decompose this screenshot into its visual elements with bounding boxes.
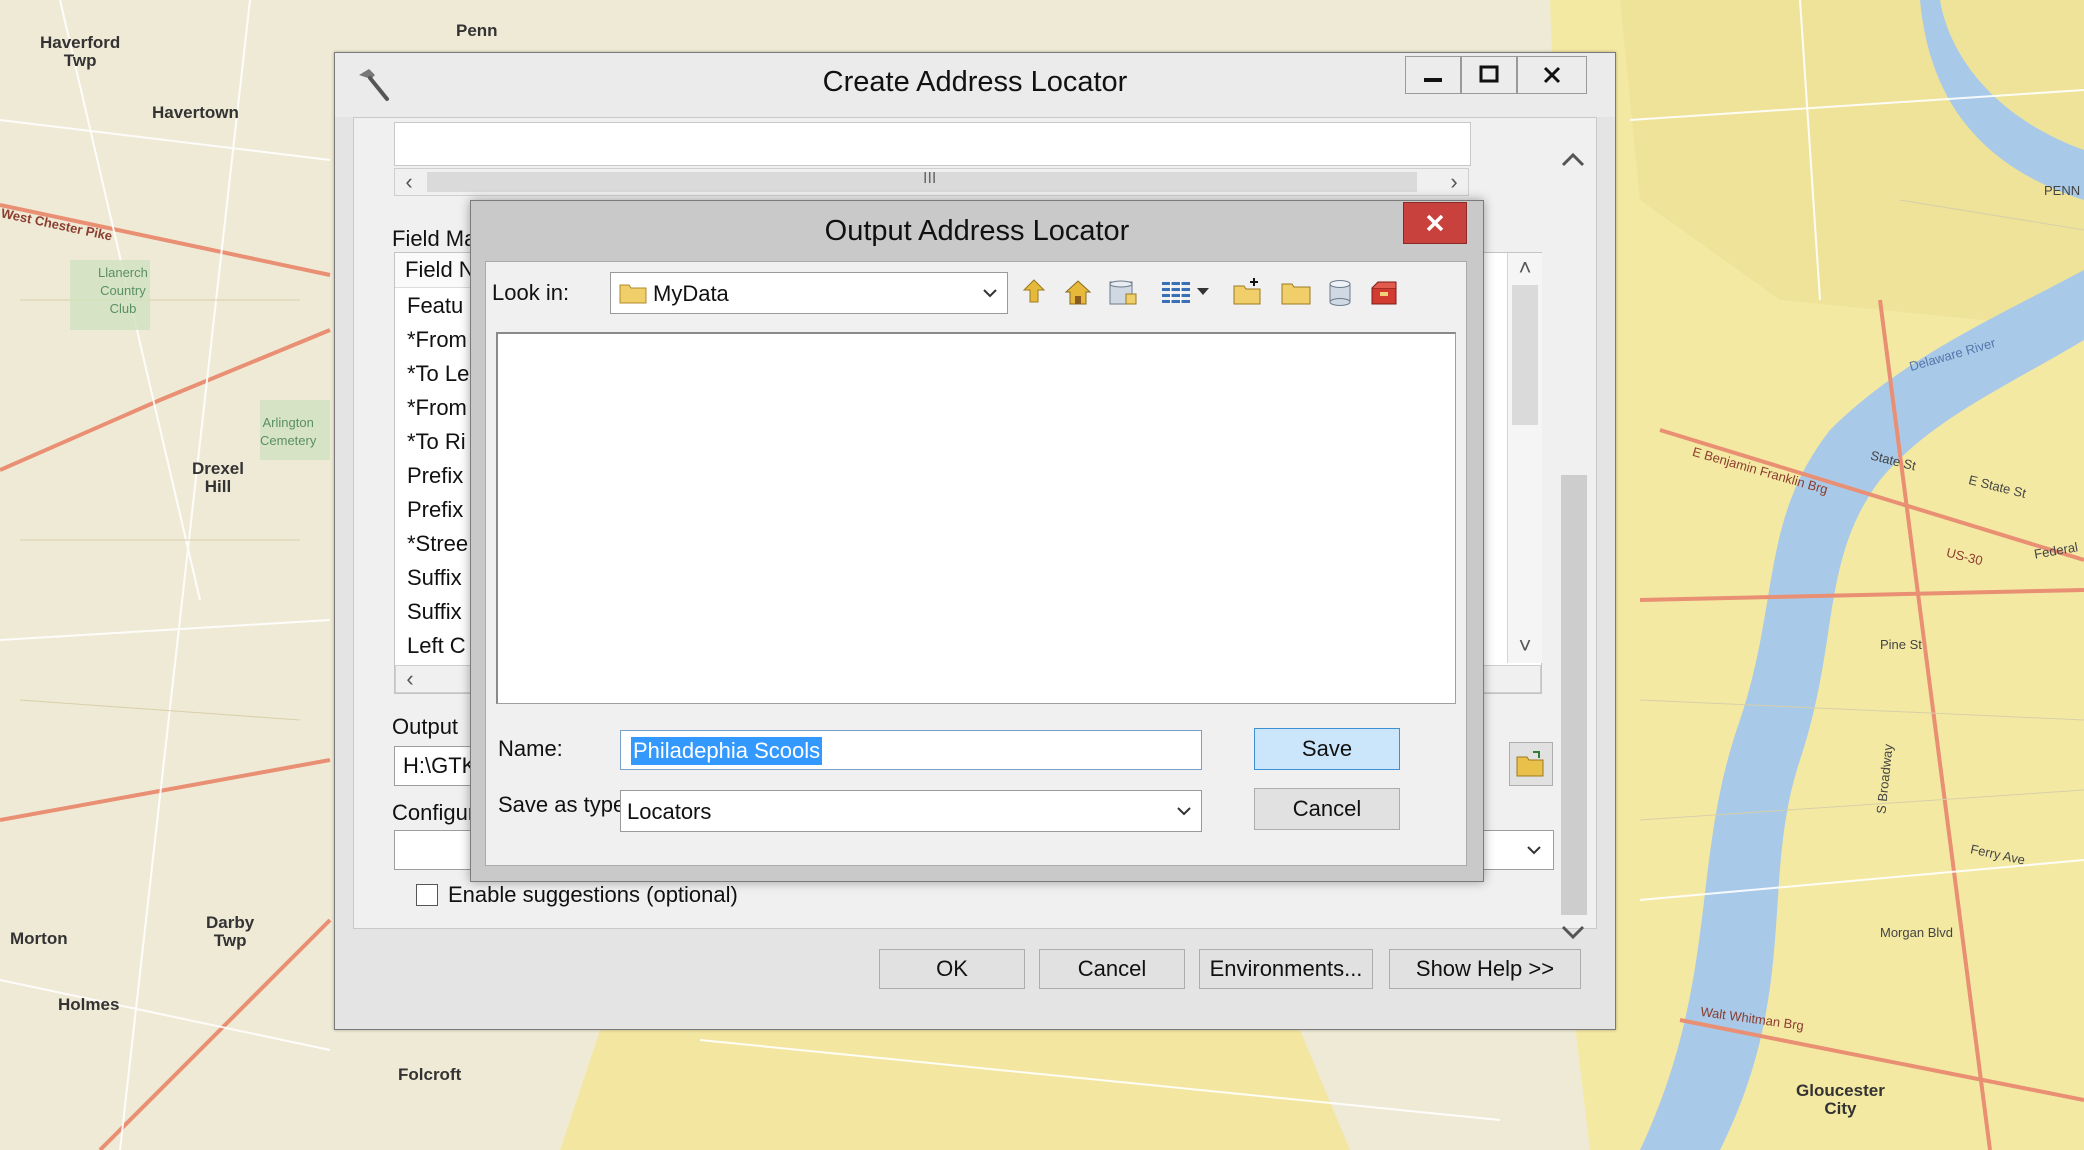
scroll-up-icon[interactable]: ˄ [1511, 255, 1539, 281]
scroll-down-icon[interactable]: ˅ [1511, 633, 1539, 659]
field-header-label: Field N [405, 257, 475, 282]
ok-button[interactable]: OK [879, 949, 1025, 989]
name-input[interactable]: Philadephia Scools [620, 730, 1202, 770]
scroll-down-icon[interactable] [1559, 921, 1587, 943]
map-label-havertown: Havertown [152, 103, 239, 122]
toolbox-icon[interactable] [1368, 276, 1400, 308]
new-folder-icon[interactable] [1232, 276, 1264, 308]
folder-icon [619, 284, 647, 304]
map-label-penn: Penn [456, 21, 498, 40]
save-dialog-close-button[interactable] [1403, 202, 1467, 244]
close-button[interactable] [1517, 56, 1587, 94]
scroll-thumb[interactable] [1512, 285, 1538, 425]
name-input-selected-text: Philadephia Scools [631, 737, 823, 765]
scroll-left-icon[interactable]: ‹ [395, 169, 423, 195]
show-help-button[interactable]: Show Help >> [1389, 949, 1581, 989]
field-row[interactable]: Prefix [407, 497, 463, 523]
scroll-right-icon[interactable]: › [1440, 169, 1468, 195]
field-row[interactable]: Suffix [407, 599, 462, 625]
map-label-drexel-hill: Drexel Hill [192, 459, 244, 496]
minimize-button[interactable] [1405, 56, 1461, 94]
field-row[interactable]: *From [407, 327, 467, 353]
name-label: Name: [498, 736, 563, 761]
save-as-type-label: Save as type: [498, 792, 632, 817]
field-row[interactable]: *From [407, 395, 467, 421]
field-list-vertical-scrollbar[interactable]: ˄ ˅ [1507, 253, 1542, 663]
map-label-haverford: Haverford Twp [40, 33, 121, 70]
main-title-bar[interactable]: Create Address Locator [335, 53, 1615, 117]
field-row[interactable]: Suffix [407, 565, 462, 591]
database-icon[interactable] [1324, 276, 1356, 308]
save-button[interactable]: Save [1254, 728, 1400, 770]
look-in-combo[interactable]: MyData [610, 272, 1008, 314]
main-vertical-scrollbar[interactable] [1557, 135, 1587, 945]
field-row[interactable]: Left C [407, 633, 466, 659]
connect-folder-icon[interactable] [1106, 276, 1138, 308]
upper-table [394, 122, 1471, 166]
save-as-type-value: Locators [627, 799, 712, 824]
scroll-grip-icon: III [923, 170, 937, 187]
map-label-morton: Morton [10, 929, 68, 948]
file-browser-area[interactable] [496, 332, 1456, 704]
save-dialog-title: Output Address Locator [824, 215, 1130, 247]
map-label-pine-st: Pine St [1880, 637, 1922, 652]
open-folder-icon [1516, 751, 1544, 777]
map-label-arlington: Arlington Cemetery [260, 415, 317, 448]
folder-icon[interactable] [1280, 276, 1312, 308]
map-label-folcroft: Folcroft [398, 1065, 462, 1084]
map-label-penn-east: PENN [2044, 183, 2081, 198]
close-icon [1543, 66, 1561, 84]
field-row[interactable]: Featu [407, 293, 463, 319]
scroll-thumb[interactable] [1561, 475, 1587, 915]
environments-button[interactable]: Environments... [1199, 949, 1373, 989]
chevron-down-icon [1177, 807, 1191, 816]
view-dropdown-icon[interactable] [1196, 286, 1210, 298]
save-dialog-cancel-button[interactable]: Cancel [1254, 788, 1400, 830]
cancel-button[interactable]: Cancel [1039, 949, 1185, 989]
up-one-level-icon[interactable] [1018, 276, 1050, 308]
output-address-locator-dialog: Output Address Locator Look in: MyData N… [470, 200, 1484, 882]
field-map-label: Field Ma [392, 226, 477, 251]
field-row[interactable]: *To Le [407, 361, 469, 387]
browse-output-button[interactable] [1509, 742, 1553, 786]
maximize-button[interactable] [1461, 56, 1517, 94]
enable-suggestions-checkbox[interactable] [416, 884, 438, 906]
map-label-llanerch: Llanerch Country Club [98, 265, 148, 316]
chevron-down-icon [1527, 846, 1541, 855]
minimize-icon [1424, 78, 1442, 82]
map-label-darby-twp: Darby Twp [206, 913, 255, 950]
save-as-type-combo[interactable]: Locators [620, 790, 1202, 832]
map-label-holmes: Holmes [58, 995, 120, 1014]
chevron-down-icon [983, 289, 997, 298]
enable-suggestions-label: Enable suggestions (optional) [448, 882, 738, 907]
maximize-icon [1479, 65, 1499, 83]
field-row[interactable]: *To Ri [407, 429, 466, 455]
upper-horizontal-scrollbar[interactable]: ‹ III › [394, 168, 1469, 196]
look-in-value: MyData [653, 281, 729, 306]
close-icon [1426, 214, 1444, 232]
configuration-label: Configur [392, 800, 476, 825]
scroll-up-icon[interactable] [1559, 149, 1587, 171]
view-menu-icon[interactable] [1160, 276, 1192, 308]
map-label-morgan-blvd: Morgan Blvd [1880, 925, 1953, 940]
field-row[interactable]: *Stree [407, 531, 468, 557]
output-label: Output [392, 714, 459, 739]
home-icon[interactable] [1062, 276, 1094, 308]
field-row[interactable]: Prefix [407, 463, 463, 489]
look-in-label: Look in: [492, 280, 570, 305]
scroll-left-icon[interactable]: ‹ [396, 666, 424, 692]
map-label-gloucester: Gloucester City [1796, 1081, 1885, 1118]
scroll-thumb[interactable] [427, 172, 1417, 192]
save-dialog-body: Look in: MyData Name: Philadephia Scools… [485, 261, 1467, 866]
